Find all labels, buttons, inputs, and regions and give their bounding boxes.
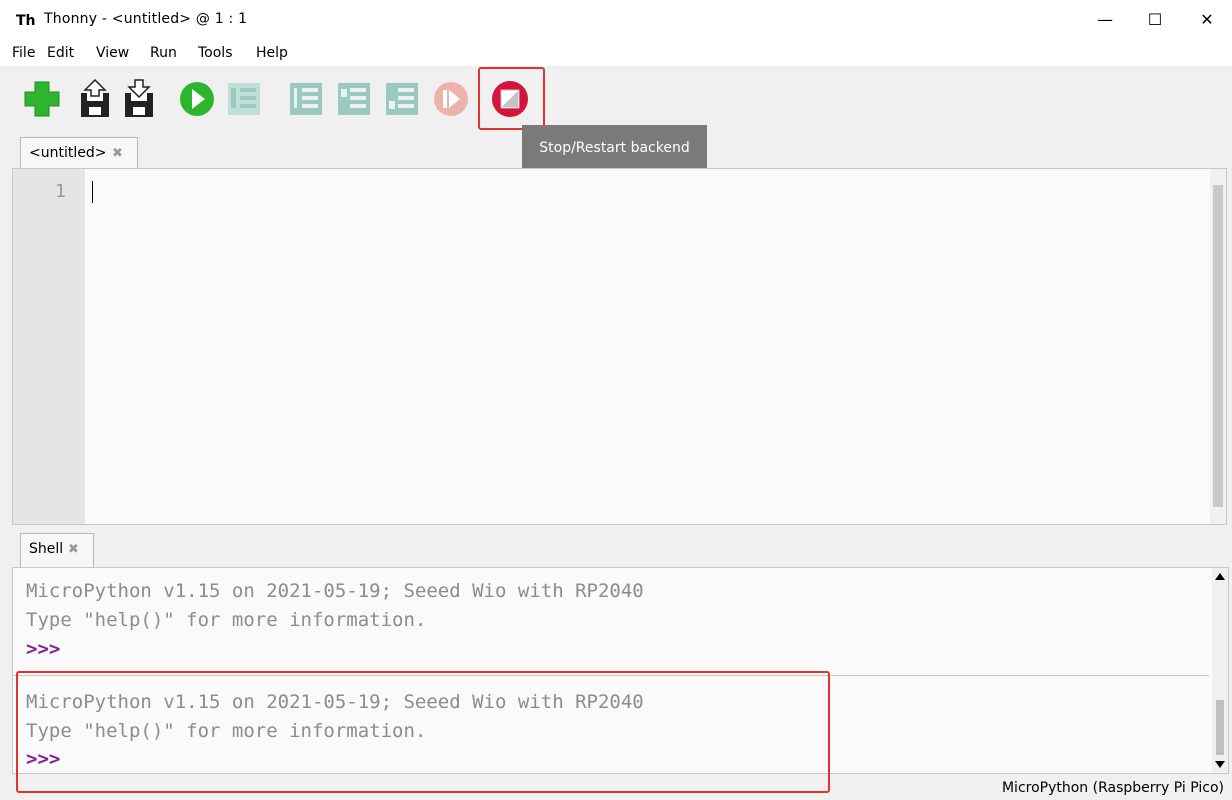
close-tab-icon[interactable]: ✖	[112, 146, 123, 161]
step-over-icon	[290, 83, 322, 115]
debug-button[interactable]	[224, 79, 264, 119]
step-over-button[interactable]	[286, 79, 326, 119]
editor-scrollbar[interactable]	[1210, 169, 1226, 524]
step-out-icon	[386, 83, 418, 115]
text-cursor	[92, 181, 93, 203]
load-file-icon	[81, 79, 109, 117]
step-out-button[interactable]	[382, 79, 422, 119]
shell-scrollbar[interactable]	[1212, 568, 1228, 773]
menu-file[interactable]: File	[12, 45, 35, 61]
resume-icon	[434, 82, 468, 116]
play-icon	[180, 82, 214, 116]
stop-button-highlight-box	[478, 67, 545, 130]
save-file-icon	[125, 79, 153, 117]
minimize-button[interactable]: —	[1082, 4, 1128, 36]
debug-icon	[228, 83, 260, 115]
resume-button[interactable]	[432, 79, 472, 119]
maximize-button[interactable]: ☐	[1132, 4, 1178, 36]
menu-help[interactable]: Help	[256, 45, 288, 61]
run-button[interactable]	[178, 79, 218, 119]
editor-tab-label: <untitled>	[29, 145, 107, 161]
menu-run[interactable]: Run	[150, 45, 177, 61]
line-number: 1	[55, 181, 66, 202]
plus-icon	[24, 81, 60, 117]
status-bar: MicroPython (Raspberry Pi Pico)	[0, 776, 1232, 800]
shell-tab-label: Shell	[29, 541, 64, 557]
step-into-icon	[338, 83, 370, 115]
menu-bar: File Edit View Run Tools Help	[0, 40, 1232, 66]
menu-edit[interactable]: Edit	[47, 45, 74, 61]
tab-untitled[interactable]: <untitled> ✖	[20, 137, 138, 170]
tab-shell[interactable]: Shell ✖	[20, 533, 94, 568]
window-title: Thonny - <untitled> @ 1 : 1	[44, 11, 248, 27]
shell-output-highlight-box	[16, 671, 830, 793]
close-shell-tab-icon[interactable]: ✖	[68, 542, 79, 557]
editor-scrollbar-thumb[interactable]	[1213, 185, 1223, 507]
menu-tools[interactable]: Tools	[198, 45, 233, 61]
close-button[interactable]: ✕	[1184, 4, 1230, 36]
stop-restart-tooltip: Stop/Restart backend	[522, 125, 707, 171]
save-file-button[interactable]	[120, 79, 160, 119]
line-number-gutter: 1	[13, 169, 85, 524]
shell-banner-line: MicroPython v1.15 on 2021-05-19; Seeed W…	[26, 580, 644, 602]
code-editor[interactable]: 1	[12, 168, 1227, 525]
menu-view[interactable]: View	[96, 45, 129, 61]
thonny-app-icon: Th	[16, 13, 36, 29]
shell-help-line: Type "help()" for more information.	[26, 609, 427, 631]
shell-scrollbar-arrows	[1215, 573, 1225, 768]
step-into-button[interactable]	[334, 79, 374, 119]
new-file-button[interactable]	[22, 79, 62, 119]
shell-prompt: >>>	[26, 638, 61, 660]
load-file-button[interactable]	[76, 79, 116, 119]
title-bar: Th Thonny - <untitled> @ 1 : 1 — ☐ ✕	[0, 0, 1232, 40]
interpreter-status[interactable]: MicroPython (Raspberry Pi Pico)	[1002, 780, 1224, 796]
